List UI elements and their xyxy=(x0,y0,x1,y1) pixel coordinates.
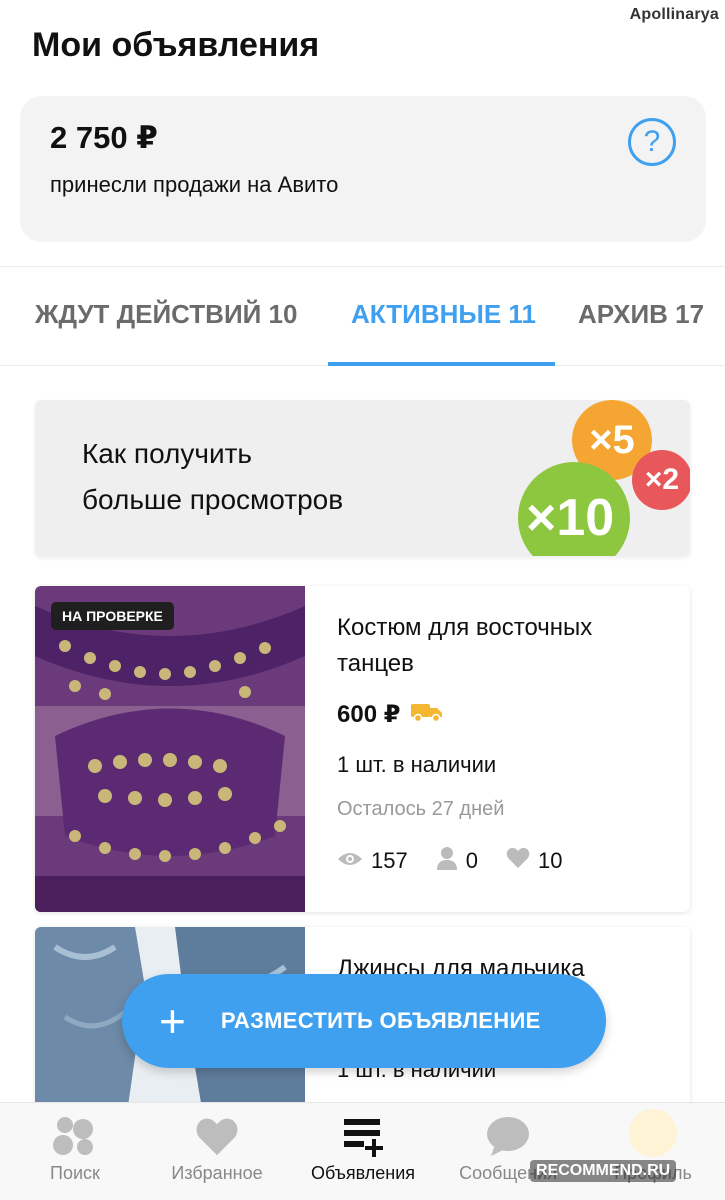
search-icon xyxy=(51,1103,99,1157)
post-listing-label: РАЗМЕСТИТЬ ОБЪЯВЛЕНИЕ xyxy=(220,1008,541,1033)
bottom-navigation: Поиск Избранное Объявления Сообщения Про… xyxy=(0,1102,725,1200)
tab-awaiting-action[interactable]: ЖДУТ ДЕЙСТВИЙ 10 xyxy=(35,299,297,330)
user-watermark: Apollinarya xyxy=(629,6,719,23)
sales-summary-card: 2 750 ₽ принесли продажи на Авито ? xyxy=(20,96,706,242)
nav-listings-label: Объявления xyxy=(310,1163,416,1183)
eye-icon xyxy=(337,848,363,874)
favorites-stat: 10 xyxy=(506,847,562,875)
sales-amount: 2 750 ₽ xyxy=(50,120,158,155)
favorites-count: 10 xyxy=(537,848,563,873)
person-icon xyxy=(436,846,458,876)
help-button[interactable]: ? xyxy=(628,118,676,166)
nav-favorites-label: Избранное xyxy=(171,1163,263,1183)
contacts-stat: 0 xyxy=(436,846,478,876)
listing-tabs: ЖДУТ ДЕЙСТВИЙ 10 АКТИВНЫЕ 11 АРХИВ 17 xyxy=(0,266,725,366)
listing-days-left: Осталось 27 дней xyxy=(337,798,505,820)
delivery-truck-icon xyxy=(410,701,444,728)
views-stat: 157 xyxy=(337,848,408,874)
chat-icon xyxy=(485,1103,531,1157)
active-tab-indicator xyxy=(328,362,555,366)
contacts-count: 0 xyxy=(465,848,478,873)
nav-search[interactable]: Поиск xyxy=(30,1103,120,1200)
promo-text-line2: больше просмотров xyxy=(82,484,344,515)
tab-archive[interactable]: АРХИВ 17 xyxy=(578,299,704,330)
nav-profile[interactable]: Профиль xyxy=(598,1103,708,1200)
listing-stats: 157 0 10 xyxy=(337,846,590,876)
listing-price-row: 600 ₽ xyxy=(337,700,444,729)
question-icon: ? xyxy=(643,125,661,158)
heart-icon xyxy=(506,847,530,875)
nav-search-label: Поиск xyxy=(50,1163,100,1183)
nav-listings[interactable]: Объявления xyxy=(300,1103,426,1200)
views-count: 157 xyxy=(371,848,408,873)
listing-photo: НА ПРОВЕРКЕ xyxy=(35,586,305,912)
more-views-promo[interactable]: Как получить больше просмотров ×5 ×2 ×10 xyxy=(35,400,690,556)
nav-favorites[interactable]: Избранное xyxy=(162,1103,272,1200)
listing-card[interactable]: НА ПРОВЕРКЕ Костюм для восточных танцев … xyxy=(35,586,690,912)
post-listing-button[interactable]: + РАЗМЕСТИТЬ ОБЪЯВЛЕНИЕ xyxy=(122,974,606,1068)
nav-messages[interactable]: Сообщения xyxy=(448,1103,568,1200)
sales-caption: принесли продажи на Авито xyxy=(50,172,339,197)
listing-title: Костюм для восточных танцев xyxy=(337,614,593,677)
promo-text-line1: Как получить xyxy=(82,438,253,469)
listings-add-icon xyxy=(342,1103,384,1157)
plus-icon: + xyxy=(159,995,186,1047)
page-title: Мои объявления xyxy=(32,26,320,64)
listing-stock: 1 шт. в наличии xyxy=(337,752,497,777)
status-badge: НА ПРОВЕРКЕ xyxy=(51,602,174,630)
tab-active[interactable]: АКТИВНЫЕ 11 xyxy=(351,299,536,330)
listing-price: 600 ₽ xyxy=(337,701,401,728)
site-watermark: RECOMMEND.RU xyxy=(530,1160,677,1182)
multiplier-badge-x2: ×2 xyxy=(632,450,690,510)
heart-icon xyxy=(195,1103,239,1157)
avatar-icon xyxy=(629,1103,677,1157)
